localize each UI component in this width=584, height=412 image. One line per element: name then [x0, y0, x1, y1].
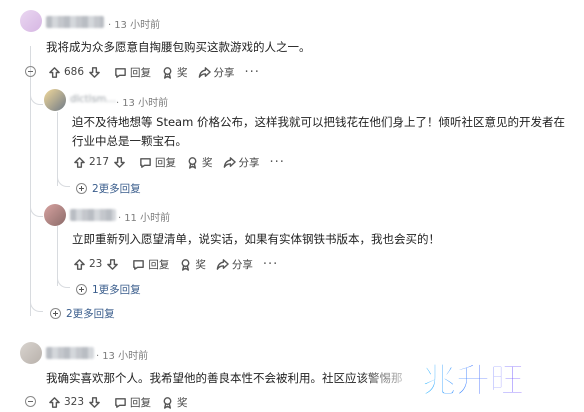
username-blurred[interactable]	[46, 347, 94, 359]
award-icon	[163, 66, 172, 79]
award-button[interactable]: 奖	[186, 155, 213, 170]
comment-bubble-icon	[140, 157, 151, 168]
share-button[interactable]: 分享	[198, 65, 235, 80]
avatar[interactable]	[44, 89, 66, 111]
share-icon	[223, 156, 236, 168]
reply-button[interactable]: 回复	[132, 257, 169, 272]
comment-bubble-icon	[115, 67, 126, 78]
comment-actions: 323 回复 奖	[48, 393, 198, 411]
award-button[interactable]: 奖	[161, 395, 188, 410]
comment-actions: 217 回复 奖 分享 ···	[73, 153, 285, 171]
share-icon	[216, 258, 229, 270]
username-blurred[interactable]	[46, 16, 104, 28]
collapse-thread-button[interactable]	[25, 66, 36, 77]
avatar[interactable]	[20, 10, 42, 32]
comment-time: · 13 小时前	[96, 351, 149, 362]
watermark-logo: 兆升旺	[422, 361, 525, 402]
more-options-icon[interactable]: ···	[245, 65, 260, 80]
award-button[interactable]: 奖	[179, 257, 206, 272]
username-blurred[interactable]	[70, 209, 116, 221]
downvote-icon[interactable]	[88, 66, 101, 79]
reply-button[interactable]: 回复	[114, 65, 151, 80]
vote-count: 23	[89, 258, 103, 270]
thread-connector-more-3	[30, 298, 43, 312]
comment-time: · 13 小时前	[116, 98, 169, 109]
comment-text: 我确实喜欢那个人。我希望他的善良本性不会被利用。社区应该警惕那	[46, 371, 403, 385]
thread-connector-more-1	[57, 172, 70, 187]
avatar[interactable]	[44, 204, 66, 226]
downvote-icon[interactable]	[106, 258, 119, 271]
thread-connector-1	[30, 78, 43, 105]
thread-connector-2	[30, 194, 43, 217]
comment-text: 迫不及待地想等 Steam 价格公布，这样我就可以把钱花在他们身上了！倾听社区意…	[72, 115, 565, 148]
reply-button[interactable]: 回复	[114, 395, 151, 410]
expand-icon	[76, 183, 87, 194]
more-options-icon[interactable]: ···	[263, 257, 278, 272]
collapse-thread-button[interactable]	[25, 396, 36, 407]
upvote-icon	[49, 396, 60, 408]
award-button[interactable]: 奖	[161, 65, 188, 80]
comment-text: 立即重新列入愿望清单，说实话，如果有实体钢铁书版本，我也会买的！	[72, 232, 440, 246]
avatar[interactable]	[20, 342, 42, 364]
comment-time: · 11 小时前	[118, 213, 171, 224]
more-options-icon[interactable]: ···	[270, 155, 285, 170]
upvote-button[interactable]: 217	[73, 156, 129, 169]
more-replies-button[interactable]: 1更多回复	[76, 282, 141, 297]
comment-actions: 686 回复 奖 分享 ···	[48, 63, 260, 81]
comment-bubble-icon	[115, 397, 126, 408]
award-icon	[163, 396, 172, 409]
upvote-icon	[74, 258, 85, 270]
vote-count: 323	[64, 396, 85, 408]
text-fade-overlay	[360, 352, 420, 412]
comment-time: · 13 小时前	[108, 20, 161, 31]
more-replies-button[interactable]: 2更多回复	[50, 306, 115, 321]
upvote-button[interactable]: 686	[48, 66, 104, 79]
expand-icon	[50, 308, 61, 319]
award-icon	[181, 258, 190, 271]
award-icon	[188, 156, 197, 169]
downvote-icon[interactable]	[88, 396, 101, 409]
comment-bubble-icon	[133, 259, 145, 270]
share-button[interactable]: 分享	[216, 257, 253, 272]
upvote-button[interactable]: 323	[48, 396, 104, 409]
vote-count: 217	[89, 156, 110, 168]
reply-button[interactable]: 回复	[139, 155, 176, 170]
upvote-button[interactable]: 23	[73, 258, 122, 271]
share-button[interactable]: 分享	[223, 155, 260, 170]
upvote-icon	[74, 156, 85, 168]
comment-text: 我将成为众多愿意自掏腰包购买这款游戏的人之一。	[46, 40, 311, 54]
upvote-icon	[49, 66, 60, 78]
svg-text:兆升旺: 兆升旺	[422, 361, 524, 401]
comment-actions: 23 回复 奖 分享 ···	[73, 255, 278, 273]
share-icon	[198, 66, 211, 78]
downvote-icon[interactable]	[113, 156, 126, 169]
thread-connector-more-2	[57, 274, 70, 288]
expand-icon	[76, 284, 87, 295]
username[interactable]: dlctlsm…	[70, 94, 116, 105]
vote-count: 686	[64, 66, 85, 78]
more-replies-button[interactable]: 2更多回复	[76, 181, 141, 196]
